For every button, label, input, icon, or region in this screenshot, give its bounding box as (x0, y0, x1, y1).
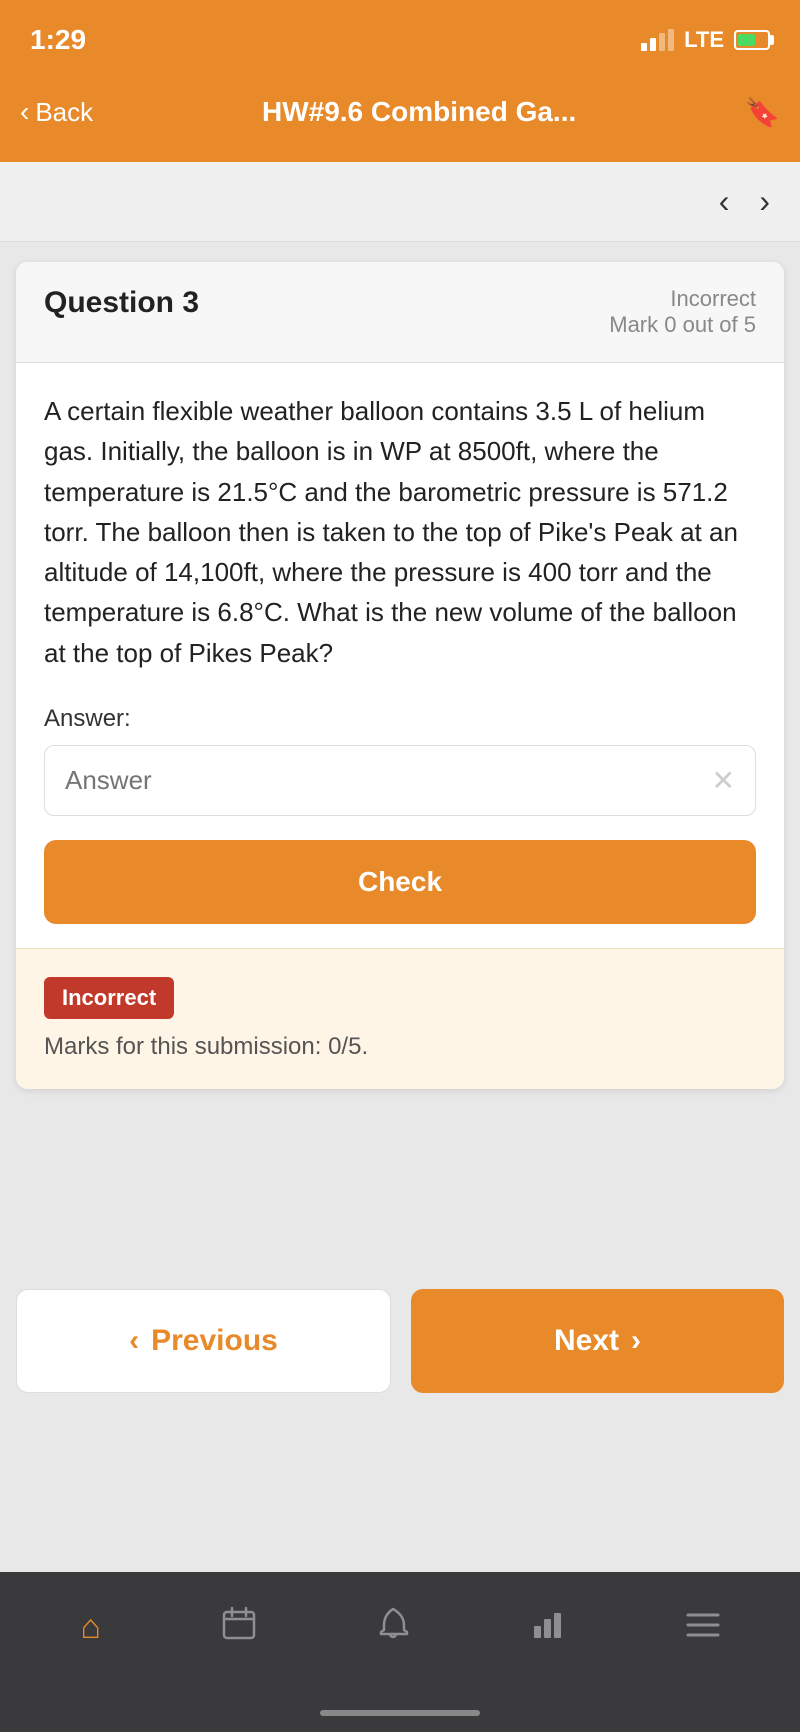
status-time: 1:29 (30, 24, 86, 56)
bell-icon (376, 1606, 410, 1649)
tab-stats[interactable] (511, 1596, 585, 1659)
lte-label: LTE (684, 27, 724, 53)
content-area: Question 3 Incorrect Mark 0 out of 5 A c… (0, 242, 800, 1265)
previous-label: Previous (151, 1324, 278, 1358)
answer-label: Answer: (44, 705, 756, 733)
question-header: Question 3 Incorrect Mark 0 out of 5 (16, 262, 784, 363)
spacer (0, 1417, 800, 1572)
tab-home[interactable]: ⌂ (60, 1598, 121, 1657)
answer-input[interactable] (65, 765, 712, 796)
nav-bar: ‹ › (0, 162, 800, 242)
status-icons: LTE (641, 27, 770, 53)
tab-calendar[interactable] (202, 1596, 276, 1659)
back-button[interactable]: ‹ Back (20, 96, 93, 128)
clear-icon[interactable]: ✕ (712, 764, 735, 797)
tab-bar: ⌂ (0, 1572, 800, 1702)
question-status: Incorrect Mark 0 out of 5 (609, 286, 756, 338)
tab-menu[interactable] (666, 1598, 740, 1657)
question-body: A certain flexible weather balloon conta… (16, 363, 784, 948)
next-button[interactable]: Next › (411, 1289, 784, 1393)
question-card: Question 3 Incorrect Mark 0 out of 5 A c… (16, 262, 784, 1089)
previous-button[interactable]: ‹ Previous (16, 1289, 391, 1393)
signal-icon (641, 29, 674, 51)
calendar-icon (222, 1606, 256, 1649)
status-bar: 1:29 LTE (0, 0, 800, 72)
menu-icon (686, 1608, 720, 1647)
incorrect-badge: Incorrect (44, 977, 174, 1019)
battery-icon (734, 30, 770, 50)
prev-chevron-icon: ‹ (129, 1324, 139, 1358)
feedback-section: Incorrect Marks for this submission: 0/5… (16, 948, 784, 1089)
bookmark-icon[interactable]: 🔖 (745, 96, 780, 129)
chart-icon (531, 1606, 565, 1649)
header-title: HW#9.6 Combined Ga... (113, 96, 725, 128)
status-label: Incorrect (609, 286, 756, 312)
question-mark: Mark 0 out of 5 (609, 312, 756, 338)
answer-input-wrapper: ✕ (44, 745, 756, 816)
check-button[interactable]: Check (44, 840, 756, 924)
question-text: A certain flexible weather balloon conta… (44, 391, 756, 673)
feedback-text: Marks for this submission: 0/5. (44, 1033, 756, 1061)
tab-notifications[interactable] (356, 1596, 430, 1659)
nav-buttons: ‹ Previous Next › (0, 1265, 800, 1417)
prev-nav-arrow[interactable]: ‹ (719, 183, 730, 220)
next-nav-arrow[interactable]: › (759, 183, 770, 220)
home-icon: ⌂ (80, 1608, 101, 1647)
header: ‹ Back HW#9.6 Combined Ga... 🔖 (0, 72, 800, 162)
next-chevron-icon: › (631, 1324, 641, 1358)
home-indicator-bar (320, 1710, 480, 1716)
question-number: Question 3 (44, 286, 199, 320)
back-chevron-icon: ‹ (20, 96, 29, 128)
back-label: Back (35, 97, 93, 128)
home-indicator (0, 1702, 800, 1732)
next-label: Next (554, 1324, 619, 1358)
